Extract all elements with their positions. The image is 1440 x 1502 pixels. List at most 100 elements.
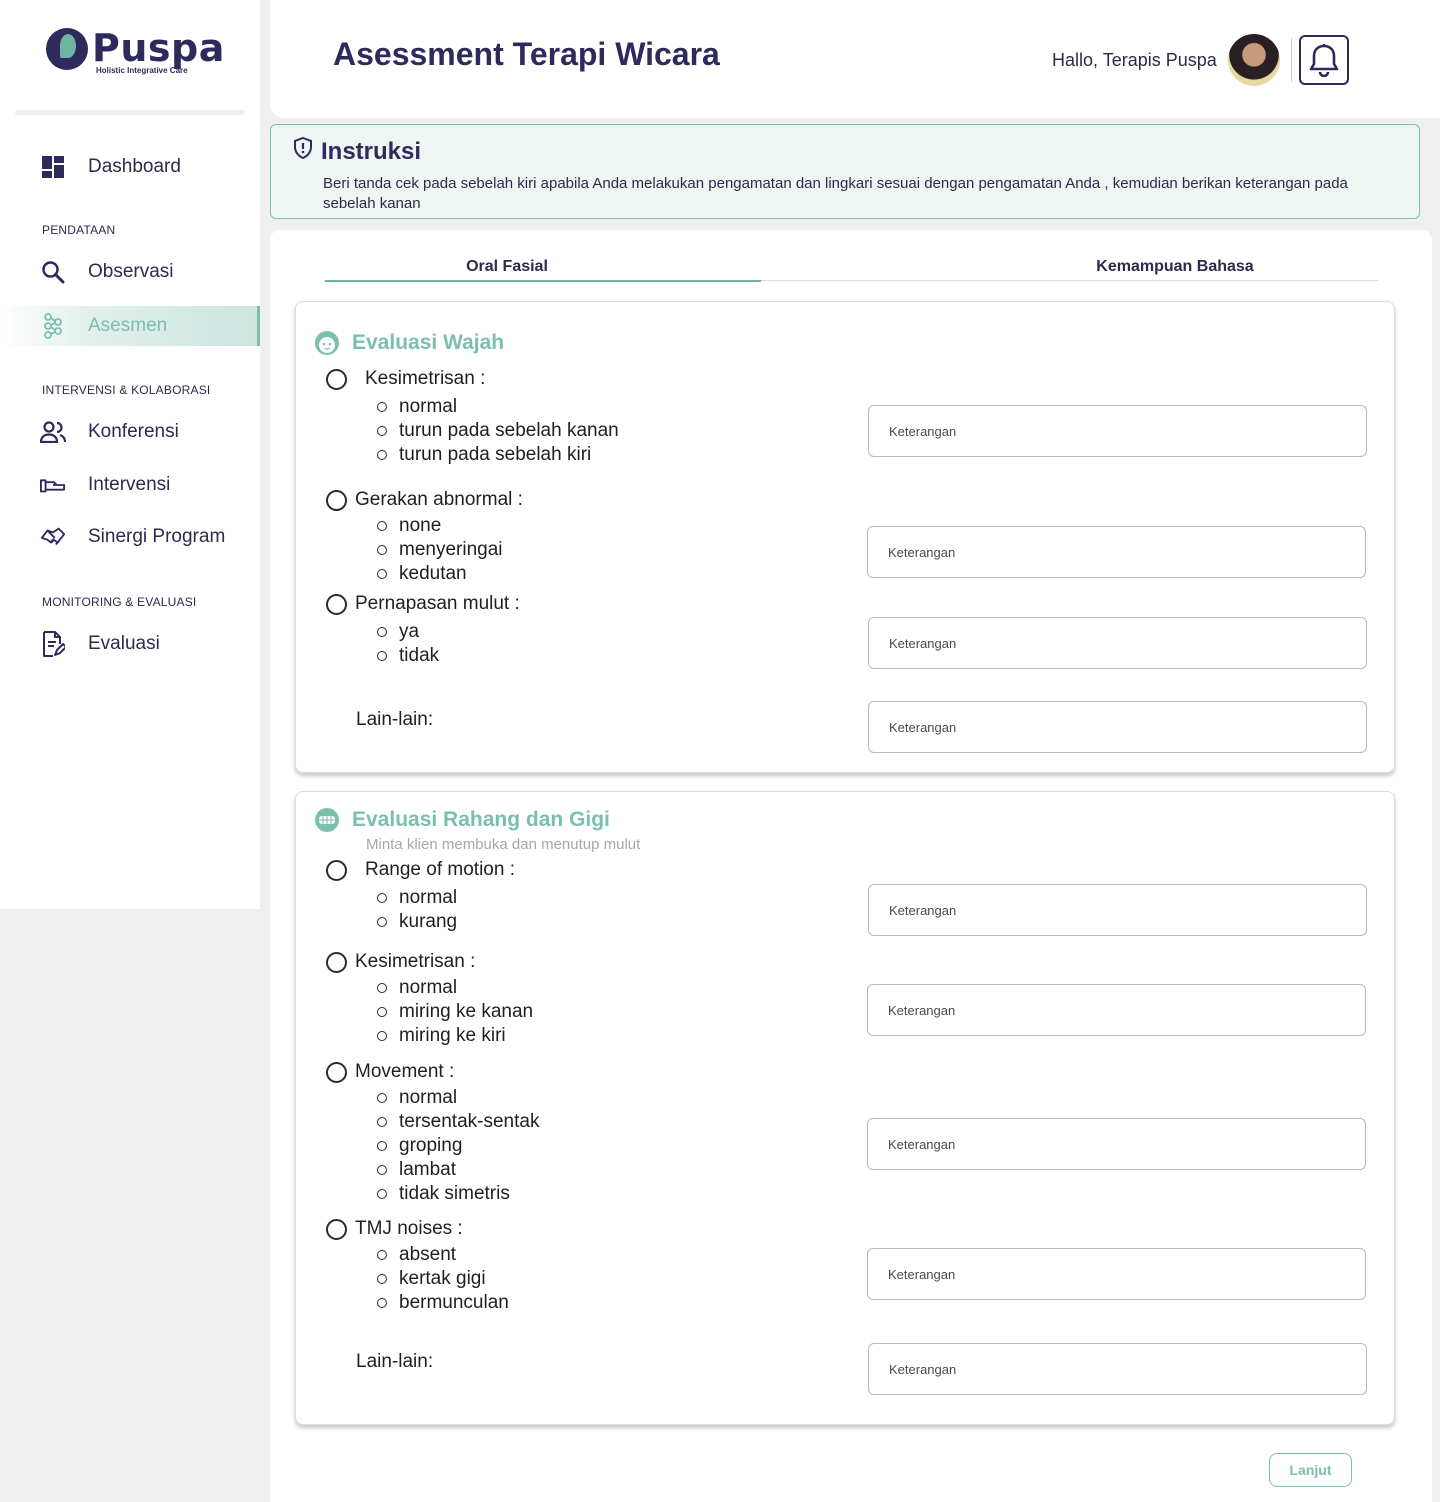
- radio-dot: [377, 1117, 387, 1127]
- hand-icon: [40, 472, 66, 498]
- radio-dot: [377, 1250, 387, 1260]
- sidebar-item-evaluasi[interactable]: Evaluasi: [40, 624, 260, 664]
- option-absent[interactable]: absent: [377, 1244, 456, 1266]
- puspa-logo[interactable]: Puspa Holistic Integrative Care: [46, 28, 225, 75]
- keterangan-input[interactable]: [868, 884, 1367, 936]
- sidebar-item-intervensi[interactable]: Intervensi: [40, 465, 260, 505]
- option-miring-kanan[interactable]: miring ke kanan: [377, 1001, 533, 1023]
- tab-oral-fasial[interactable]: Oral Fasial: [324, 258, 690, 276]
- keterangan-input[interactable]: [867, 1248, 1366, 1300]
- avatar[interactable]: [1228, 34, 1280, 86]
- instruction-title: Instruksi: [321, 138, 422, 165]
- tab-kemampuan-bahasa[interactable]: Kemampuan Bahasa: [1050, 258, 1300, 276]
- option-lambat[interactable]: lambat: [377, 1159, 456, 1181]
- option-label: normal: [399, 977, 458, 998]
- question-label: Gerakan abnormal :: [355, 489, 523, 510]
- option-tidak-simetris[interactable]: tidak simetris: [377, 1183, 510, 1205]
- radio-circle: [326, 859, 347, 881]
- question-label: Kesimetrisan :: [365, 368, 486, 389]
- sidebar-item-asesmen[interactable]: Asesmen: [0, 306, 260, 346]
- sidebar-divider: [15, 110, 245, 115]
- keterangan-input[interactable]: [867, 526, 1366, 578]
- option-normal[interactable]: normal: [377, 396, 457, 418]
- section-evaluasi-wajah: Evaluasi Wajah Kesimetrisan : normal tur…: [295, 301, 1395, 773]
- option-label: tersentak-sentak: [399, 1111, 540, 1132]
- checkbox-range-of-motion[interactable]: Range of motion :: [326, 859, 515, 881]
- option-normal[interactable]: normal: [377, 887, 457, 909]
- option-label: turun pada sebelah kiri: [399, 444, 592, 465]
- radio-circle: [326, 368, 347, 390]
- option-label: tidak: [399, 645, 440, 666]
- keterangan-input[interactable]: [867, 1118, 1366, 1170]
- radio-dot: [377, 1093, 387, 1103]
- tab-active-indicator: [325, 280, 761, 282]
- face-icon: [315, 331, 339, 355]
- option-ya[interactable]: ya: [377, 621, 419, 643]
- keterangan-input[interactable]: [868, 701, 1367, 753]
- sidebar-item-label: Sinergi Program: [88, 526, 226, 547]
- checkbox-kesimetrisan[interactable]: Kesimetrisan :: [326, 368, 485, 390]
- option-label: ya: [399, 621, 420, 642]
- checkbox-pernapasan-mulut[interactable]: Pernapasan mulut :: [326, 593, 520, 615]
- option-label: bermunculan: [399, 1292, 509, 1313]
- checkbox-tmj-noises[interactable]: TMJ noises :: [326, 1218, 463, 1240]
- radio-dot: [377, 1007, 387, 1017]
- checkbox-kesimetrisan[interactable]: Kesimetrisan :: [326, 951, 475, 973]
- lanjut-button[interactable]: Lanjut: [1269, 1453, 1352, 1487]
- sidebar-item-dashboard[interactable]: Dashboard: [40, 147, 260, 187]
- section-header: Evaluasi Rahang dan Gigi: [314, 807, 610, 833]
- keterangan-input[interactable]: [868, 1343, 1367, 1395]
- option-kurang[interactable]: kurang: [377, 911, 457, 933]
- user-greeting: Hallo, Terapis Puspa: [1052, 50, 1217, 70]
- option-label: miring ke kiri: [399, 1025, 506, 1046]
- option-groping[interactable]: groping: [377, 1135, 462, 1157]
- checkbox-gerakan-abnormal[interactable]: Gerakan abnormal :: [326, 489, 523, 511]
- top-header: Asessment Terapi Wicara Hallo, Terapis P…: [270, 0, 1440, 118]
- sidebar-item-konferensi[interactable]: Konferensi: [40, 412, 260, 452]
- sidebar-item-label: Intervensi: [88, 474, 171, 495]
- option-turun-kiri[interactable]: turun pada sebelah kiri: [377, 444, 591, 466]
- option-miring-kiri[interactable]: miring ke kiri: [377, 1025, 506, 1047]
- instruction-box: Instruksi Beri tanda cek pada sebelah ki…: [270, 124, 1420, 219]
- keterangan-input[interactable]: [868, 617, 1367, 669]
- radio-dot: [377, 1141, 387, 1151]
- option-normal[interactable]: normal: [377, 977, 457, 999]
- sidebar-item-label: Evaluasi: [88, 633, 160, 654]
- option-tidak[interactable]: tidak: [377, 645, 439, 667]
- option-label: menyeringai: [399, 539, 503, 560]
- logo-mark-icon: [46, 28, 88, 70]
- option-tersentak-sentak[interactable]: tersentak-sentak: [377, 1111, 539, 1133]
- teeth-icon: [315, 808, 339, 832]
- radio-dot: [377, 1031, 387, 1041]
- sidebar-item-sinergi[interactable]: Sinergi Program: [40, 517, 260, 557]
- keterangan-input[interactable]: [867, 984, 1366, 1036]
- option-label: tidak simetris: [399, 1183, 510, 1204]
- radio-dot: [377, 1274, 387, 1284]
- option-label: groping: [399, 1135, 463, 1156]
- sidebar-item-label: Asesmen: [88, 315, 168, 336]
- lain-lain-label: Lain-lain:: [356, 1351, 434, 1372]
- option-normal[interactable]: normal: [377, 1087, 457, 1109]
- keterangan-input[interactable]: [868, 405, 1367, 457]
- option-label: lambat: [399, 1159, 457, 1180]
- radio-dot: [377, 1189, 387, 1199]
- dashboard-icon: [40, 154, 66, 180]
- checkbox-movement[interactable]: Movement :: [326, 1061, 454, 1083]
- radio-circle: [326, 1218, 347, 1240]
- option-kedutan[interactable]: kedutan: [377, 563, 467, 585]
- notification-button[interactable]: [1299, 35, 1349, 85]
- lain-lain-label: Lain-lain:: [356, 709, 434, 730]
- question-label: Movement :: [355, 1061, 455, 1082]
- option-none[interactable]: none: [377, 515, 441, 537]
- option-kertak-gigi[interactable]: kertak gigi: [377, 1268, 486, 1290]
- radio-dot: [377, 627, 387, 637]
- option-menyeringai[interactable]: menyeringai: [377, 539, 503, 561]
- sidebar-item-observasi[interactable]: Observasi: [40, 252, 260, 292]
- question-label: Kesimetrisan :: [355, 951, 476, 972]
- option-bermunculan[interactable]: bermunculan: [377, 1292, 509, 1314]
- section-subtitle: Minta klien membuka dan menutup mulut: [366, 836, 641, 853]
- option-label: kurang: [399, 911, 458, 932]
- option-label: turun pada sebelah kanan: [399, 420, 619, 441]
- option-turun-kanan[interactable]: turun pada sebelah kanan: [377, 420, 619, 442]
- sidebar-item-label: Observasi: [88, 261, 174, 282]
